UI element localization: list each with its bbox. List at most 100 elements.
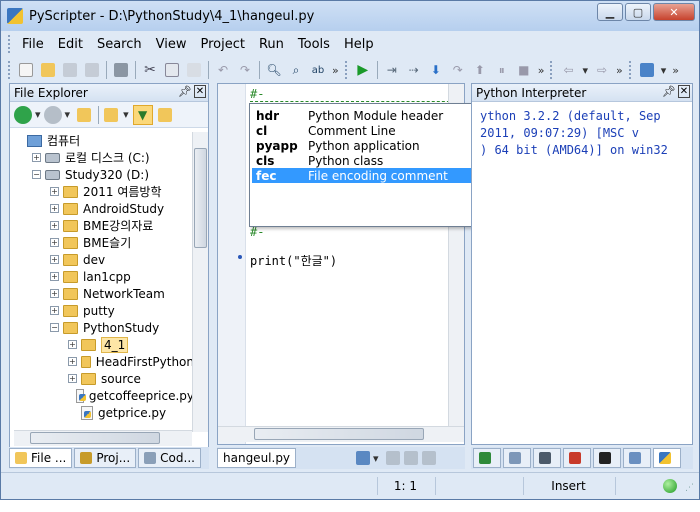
tab-python-interpreter[interactable] <box>653 448 681 468</box>
expand-icon[interactable]: + <box>50 238 59 247</box>
replace-button[interactable]: ab <box>308 60 328 80</box>
expand-icon[interactable]: + <box>50 255 59 264</box>
browse-dropdown-icon[interactable]: ▾ <box>123 108 129 121</box>
expand-icon[interactable]: + <box>50 221 59 230</box>
editor-horizontal-scrollbar[interactable] <box>218 426 464 442</box>
copy-button[interactable] <box>162 60 182 80</box>
stop-button[interactable]: ■ <box>514 60 534 80</box>
tree-item[interactable]: + 로컬 디스크 (C:) <box>14 149 194 166</box>
expand-icon[interactable]: + <box>68 340 77 349</box>
menu-run[interactable]: Run <box>252 37 291 52</box>
completion-item[interactable]: pyapp Python application <box>252 138 490 153</box>
toolbar-grip[interactable] <box>628 61 633 79</box>
toolbar-overflow-chevron-icon[interactable]: » <box>616 64 623 77</box>
completion-item[interactable]: hdr Python Module header <box>252 108 490 123</box>
layout-dropdown-icon[interactable]: ▾ <box>661 64 667 77</box>
tree-item[interactable]: + BME슬기 <box>14 234 194 251</box>
browse-path-icon[interactable] <box>104 107 119 122</box>
editor-layout-dropdown-icon[interactable]: ▾ <box>373 452 379 465</box>
toolbar-grip[interactable] <box>550 61 554 79</box>
find-button[interactable]: 🔍︎ <box>264 60 284 80</box>
run-to-cursor-button[interactable]: ⇢ <box>404 60 424 80</box>
editor-split-icon[interactable] <box>385 451 400 465</box>
close-panel-icon[interactable]: ✕ <box>678 85 690 98</box>
step-out-button[interactable]: ⬆ <box>470 60 490 80</box>
menu-help[interactable]: Help <box>337 37 381 52</box>
file-tree-vertical-scrollbar[interactable] <box>192 132 208 432</box>
back-green-icon[interactable] <box>14 105 32 124</box>
editor-layout-icon[interactable] <box>356 451 371 465</box>
find-next-button[interactable]: ⌕ <box>286 60 306 80</box>
tab-watches[interactable] <box>533 448 561 468</box>
expand-icon[interactable]: + <box>50 289 59 298</box>
redo-button[interactable]: ↷ <box>235 60 255 80</box>
toolbar-overflow-chevron-icon[interactable]: » <box>538 64 545 77</box>
close-window-button[interactable]: ✕ <box>653 3 695 21</box>
left-splitter[interactable] <box>210 83 216 469</box>
file-tree-horizontal-scrollbar[interactable] <box>14 430 192 446</box>
completion-item[interactable]: cl Comment Line <box>252 123 490 138</box>
expand-icon[interactable]: + <box>68 374 77 383</box>
tree-item[interactable]: − Study320 (D:) <box>14 166 194 183</box>
tree-item[interactable]: + BME강의자료 <box>14 217 194 234</box>
paste-button[interactable] <box>184 60 204 80</box>
new-file-button[interactable] <box>16 60 36 80</box>
menu-search[interactable]: Search <box>90 37 149 52</box>
scrollbar-thumb[interactable] <box>194 148 207 248</box>
breakpoint-marker-icon[interactable] <box>238 255 242 259</box>
toolbar-overflow-chevron-icon[interactable]: » <box>332 64 339 77</box>
up-folder-icon[interactable] <box>77 107 92 122</box>
expand-icon[interactable]: + <box>68 357 77 366</box>
tab-breakpoints[interactable] <box>563 448 591 468</box>
tree-item[interactable]: + putty <box>14 302 194 319</box>
new-folder-icon[interactable] <box>157 107 172 122</box>
tree-item[interactable]: + lan1cpp <box>14 268 194 285</box>
step-over-button[interactable]: ↷ <box>448 60 468 80</box>
completion-item[interactable]: fec File encoding comment <box>252 168 490 183</box>
step-into-button[interactable]: ⬇ <box>426 60 446 80</box>
toolbar-grip[interactable] <box>8 61 12 79</box>
tab-output[interactable] <box>593 448 621 468</box>
minimize-button[interactable]: ▁ <box>597 3 623 21</box>
close-panel-icon[interactable]: ✕ <box>194 85 206 98</box>
expand-icon[interactable]: + <box>50 187 59 196</box>
expand-icon[interactable]: + <box>50 204 59 213</box>
menu-grip[interactable] <box>8 35 12 53</box>
cut-button[interactable]: ✂ <box>140 60 160 80</box>
filter-button[interactable]: ▼ <box>132 104 153 125</box>
undo-button[interactable]: ↶ <box>213 60 233 80</box>
completion-item[interactable]: cls Python class <box>252 153 490 168</box>
code-line[interactable]: #- <box>250 87 460 102</box>
layout-button[interactable] <box>637 60 657 80</box>
pin-icon[interactable]: 📌︎ <box>178 85 192 98</box>
tab-code-explorer[interactable]: Cod... <box>138 448 201 468</box>
forward-button[interactable]: ⇨ <box>592 60 612 80</box>
tree-item[interactable]: + HeadFirstPython <box>14 353 194 370</box>
save-all-button[interactable] <box>82 60 102 80</box>
run-button[interactable]: ▶ <box>353 60 373 80</box>
interpreter-output[interactable]: ython 3.2.2 (default, Sep 2011, 09:07:29)… <box>480 108 668 159</box>
toolbar-overflow-chevron-icon[interactable]: » <box>672 64 679 77</box>
tree-item[interactable]: +2011 여름방학 <box>14 183 194 200</box>
tab-hangeul-py[interactable]: hangeul.py <box>217 448 297 468</box>
maximize-button[interactable]: ▢ <box>625 3 651 21</box>
menu-edit[interactable]: Edit <box>51 37 90 52</box>
tab-call-stack[interactable] <box>473 448 501 468</box>
expand-icon[interactable]: + <box>32 153 41 162</box>
menu-file[interactable]: File <box>15 37 51 52</box>
resize-grip-icon[interactable]: ⋰ <box>685 483 694 493</box>
tree-item[interactable]: getcoffeeprice.py <box>14 387 194 404</box>
forward-dropdown-icon[interactable]: ▾ <box>65 108 71 121</box>
code-line-print[interactable]: print("한글") <box>250 252 337 269</box>
tree-item[interactable]: + dev <box>14 251 194 268</box>
back-dropdown-icon[interactable]: ▾ <box>582 64 588 77</box>
tab-messages[interactable] <box>623 448 651 468</box>
scrollbar-thumb[interactable] <box>254 428 424 440</box>
save-button[interactable] <box>60 60 80 80</box>
tree-item[interactable]: − PythonStudy <box>14 319 194 336</box>
editor-close-all-icon[interactable] <box>403 451 418 465</box>
toolbar-grip[interactable] <box>344 61 349 79</box>
scrollbar-thumb[interactable] <box>30 432 160 444</box>
editor-save-icon[interactable] <box>421 451 436 465</box>
collapse-icon[interactable]: − <box>32 170 41 179</box>
